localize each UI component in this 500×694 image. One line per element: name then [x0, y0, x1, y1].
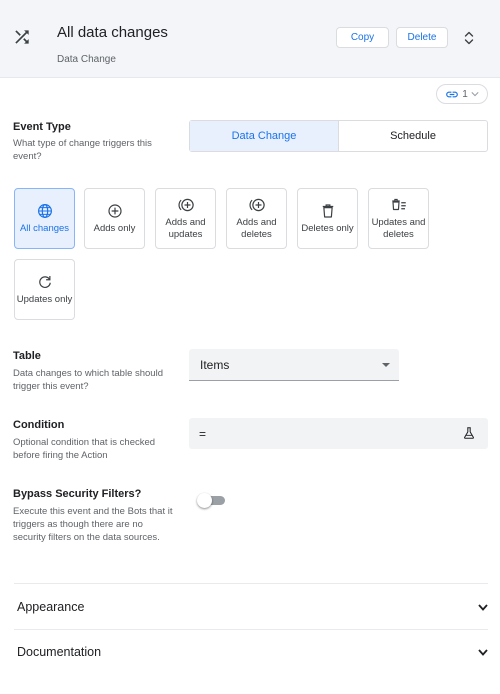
- chevron-down-icon: [478, 603, 488, 611]
- references-chip[interactable]: 1: [436, 84, 488, 104]
- shuffle-icon: [15, 30, 29, 44]
- documentation-section-title: Documentation: [17, 645, 102, 659]
- change-type-updates-and-deletes[interactable]: Updates and deletes: [368, 188, 429, 249]
- refresh-icon: [38, 276, 51, 288]
- table-description: Data changes to which table should trigg…: [13, 368, 163, 392]
- copy-button[interactable]: Copy: [336, 27, 389, 48]
- event-type-label: Event Type: [13, 121, 71, 133]
- bypass-toggle[interactable]: [197, 493, 227, 508]
- change-type-adds-and-deletes[interactable]: Adds and deletes: [226, 188, 287, 249]
- condition-label: Condition: [13, 419, 65, 431]
- condition-input[interactable]: =: [189, 418, 488, 449]
- bypass-description: Execute this event and the Bots that it …: [13, 506, 173, 543]
- change-type-adds-and-updates[interactable]: Adds and updates: [155, 188, 216, 249]
- change-type-deletes-only[interactable]: Deletes only: [297, 188, 358, 249]
- event-type-option-schedule[interactable]: Schedule: [339, 121, 487, 151]
- header: All data changes Data Change Copy Delete: [0, 0, 500, 78]
- add-circle-icon: [107, 204, 122, 218]
- appearance-section[interactable]: Appearance: [17, 598, 488, 616]
- page-title: All data changes: [57, 24, 168, 41]
- add-update-icon: [177, 198, 194, 212]
- chevron-down-icon: [478, 648, 488, 656]
- expand-collapse-icon[interactable]: [462, 30, 476, 46]
- delete-button[interactable]: Delete: [396, 27, 448, 48]
- bypass-label: Bypass Security Filters?: [13, 488, 142, 500]
- link-icon: [446, 91, 459, 97]
- change-type-label: All changes: [19, 223, 70, 234]
- change-type-label: Deletes only: [301, 223, 354, 234]
- add-delete-icon: [248, 198, 265, 212]
- divider: [14, 629, 488, 630]
- references-count: 1: [462, 88, 468, 100]
- change-type-updates-only[interactable]: Updates only: [14, 259, 75, 320]
- change-type-adds-only[interactable]: Adds only: [84, 188, 145, 249]
- appearance-section-title: Appearance: [17, 600, 85, 614]
- table-select-value: Items: [200, 357, 230, 372]
- change-type-label: Updates only: [16, 294, 73, 305]
- event-type-toggle: Data Change Schedule: [189, 120, 488, 152]
- condition-value: =: [199, 426, 207, 441]
- change-type-label: Adds only: [93, 223, 136, 234]
- chevron-down-icon: [471, 92, 479, 97]
- change-type-all-changes[interactable]: All changes: [14, 188, 75, 249]
- trash-list-icon: [391, 198, 406, 211]
- change-type-label: Adds and deletes: [236, 217, 277, 240]
- table-select[interactable]: Items: [189, 349, 399, 381]
- change-type-label: Adds and updates: [165, 217, 206, 240]
- event-subtitle: Data Change: [57, 54, 116, 65]
- event-type-description: What type of change triggers this event?: [13, 138, 152, 162]
- condition-description: Optional condition that is checked befor…: [13, 437, 156, 461]
- documentation-section[interactable]: Documentation: [17, 643, 488, 661]
- event-type-option-data-change[interactable]: Data Change: [190, 121, 339, 151]
- globe-icon: [37, 204, 52, 218]
- table-label: Table: [13, 350, 41, 362]
- divider: [14, 583, 488, 584]
- trash-icon: [322, 204, 333, 218]
- change-type-label: Updates and deletes: [371, 217, 426, 240]
- toggle-thumb: [197, 493, 212, 508]
- dropdown-caret-icon: [382, 363, 390, 367]
- flask-icon[interactable]: [462, 426, 476, 440]
